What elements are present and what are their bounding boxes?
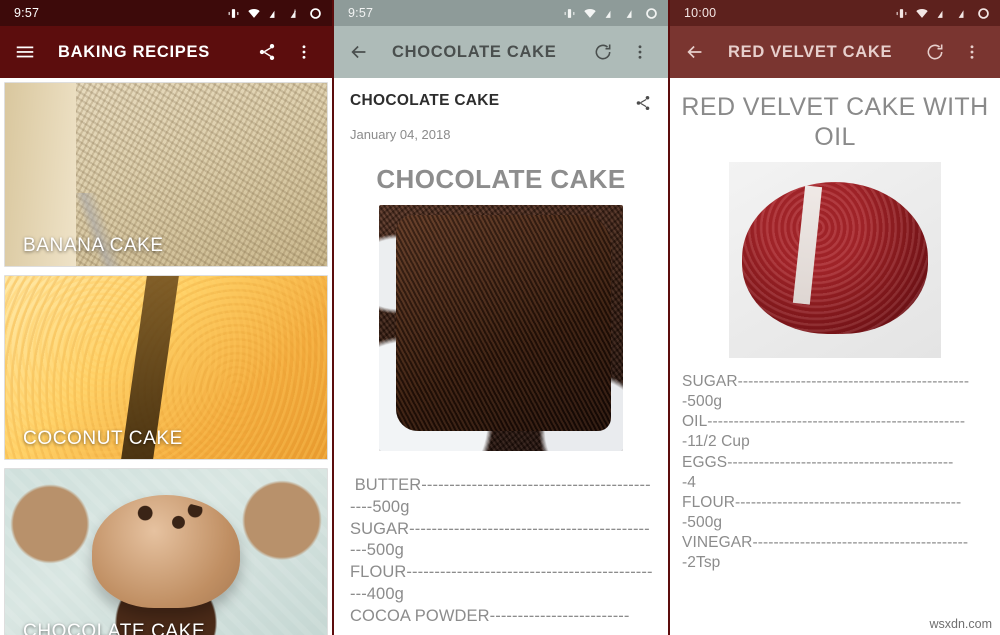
battery-circle-icon [645, 7, 658, 20]
app-bar-right: RED VELVET CAKE [670, 26, 1000, 78]
phone-panel-recipe-list: 9:57 x BAKING RECIPES BANANA CAKE COCONU… [0, 0, 332, 635]
status-bar-clock: 9:57 [348, 6, 374, 20]
chocolate-cupcake-photo [5, 469, 327, 635]
article-photo-wrap [334, 205, 668, 451]
list-item[interactable]: COCONUT CAKE [4, 275, 328, 460]
red-velvet-cake-photo [729, 162, 941, 358]
article-banner-title: RED VELVET CAKE WITH OIL [681, 93, 989, 151]
vibrate-icon [227, 7, 240, 20]
list-item[interactable]: CHOCOLATE CAKE [4, 468, 328, 635]
arrow-back-icon[interactable] [348, 41, 370, 63]
signal-bars-icon [268, 7, 282, 20]
list-item[interactable]: BANANA CAKE [4, 82, 328, 267]
article-header: CHOCOLATE CAKE [334, 78, 668, 117]
battery-circle-icon [309, 7, 322, 20]
battery-circle-icon [977, 7, 990, 20]
status-bar-clock: 9:57 [14, 6, 40, 20]
article-photo-wrap [670, 162, 1000, 358]
article-heading: CHOCOLATE CAKE [350, 92, 500, 109]
vibrate-icon [563, 7, 576, 20]
more-vert-icon[interactable] [622, 42, 658, 62]
refresh-icon[interactable] [584, 42, 622, 62]
app-title: BAKING RECIPES [58, 42, 210, 61]
signal-bars-secondary-icon [625, 7, 638, 20]
article-banner-title: CHOCOLATE CAKE [376, 164, 626, 194]
status-bar-system-icons [563, 7, 658, 20]
arrow-back-icon[interactable] [684, 41, 706, 63]
list-item-label: CHOCOLATE CAKE [23, 621, 206, 635]
ingredients-text: SUGAR-----------------------------------… [682, 373, 970, 572]
vibrate-icon [895, 7, 908, 20]
list-item-label: COCONUT CAKE [23, 428, 183, 449]
hamburger-icon[interactable] [14, 41, 36, 63]
svg-text:x: x [294, 7, 297, 12]
share-icon[interactable] [634, 92, 652, 117]
status-bar-system-icons: x [227, 7, 322, 20]
wifi-icon [247, 7, 261, 20]
recipe-list[interactable]: BANANA CAKE COCONUT CAKE CHOCOLATE CAKE [0, 78, 332, 635]
status-bar-mid: 9:57 [334, 0, 668, 26]
phone-panel-red-velvet-cake: 10:00 RED VELVET CAKE RED VELVET CAKE WI… [670, 0, 1000, 635]
ingredients-text: BUTTER----------------------------------… [350, 476, 653, 625]
article-date: January 04, 2018 [350, 127, 451, 142]
article-red-velvet-cake: RED VELVET CAKE WITH OIL SUGAR----------… [670, 78, 1000, 635]
share-icon[interactable] [248, 42, 286, 62]
app-title: RED VELVET CAKE [728, 42, 893, 61]
more-vert-icon[interactable] [286, 42, 322, 62]
phone-panel-chocolate-cake: 9:57 CHOCOLATE CAKE CHOCOLATE CAKE Janua… [334, 0, 668, 635]
wifi-icon [915, 7, 929, 20]
chocolate-cake-slice-photo [379, 205, 623, 451]
list-item-label: BANANA CAKE [23, 235, 164, 256]
signal-bars-secondary-icon [957, 7, 970, 20]
watermark: wsxdn.com [929, 617, 992, 631]
refresh-icon[interactable] [916, 42, 954, 62]
three-phone-screenshots: 9:57 x BAKING RECIPES BANANA CAKE COCONU… [0, 0, 1000, 635]
wifi-icon [583, 7, 597, 20]
signal-bars-icon [936, 7, 950, 20]
status-bar-right: 10:00 [670, 0, 1000, 26]
app-bar-left: BAKING RECIPES [0, 26, 332, 78]
status-bar-clock: 10:00 [684, 6, 717, 20]
signal-bars-secondary-icon: x [289, 7, 302, 20]
status-bar-system-icons [895, 7, 990, 20]
more-vert-icon[interactable] [954, 42, 990, 62]
app-title: CHOCOLATE CAKE [392, 42, 557, 61]
article-chocolate-cake: CHOCOLATE CAKE January 04, 2018 CHOCOLAT… [334, 78, 668, 635]
signal-bars-icon [604, 7, 618, 20]
status-bar-left: 9:57 x [0, 0, 332, 26]
app-bar-mid: CHOCOLATE CAKE [334, 26, 668, 78]
